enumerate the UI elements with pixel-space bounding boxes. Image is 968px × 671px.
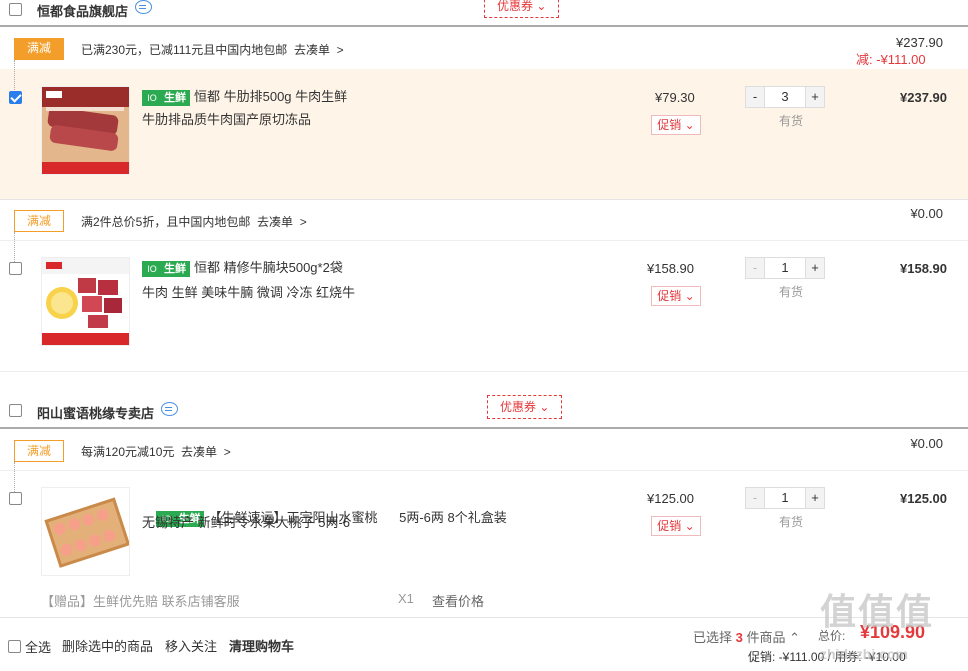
select-all-checkbox[interactable] bbox=[8, 640, 21, 653]
item-subtotal: ¥125.00 bbox=[900, 491, 947, 506]
check-price-link[interactable]: 查看价格 bbox=[432, 591, 484, 610]
group-total: ¥0.00 bbox=[910, 206, 943, 221]
decrease-button[interactable]: - bbox=[746, 258, 764, 278]
gift-count: X1 bbox=[398, 591, 414, 606]
shop-name[interactable]: 阳山蜜语桃缘专卖店 bbox=[37, 403, 154, 422]
promo-text: 已满230元，已减111元且中国内地包邮 去凑单 > bbox=[81, 43, 344, 57]
promo-tag: 满减 bbox=[14, 210, 64, 232]
unit-price: ¥125.00 bbox=[647, 491, 694, 506]
chevron-down-icon: ⌄ bbox=[536, 0, 547, 13]
promo-dropdown[interactable]: 促销 ⌄ bbox=[651, 286, 701, 306]
coupon-button[interactable]: 优惠券 ⌄ bbox=[487, 395, 563, 419]
shop-checkbox[interactable] bbox=[9, 3, 22, 19]
product-image[interactable] bbox=[41, 487, 130, 576]
increase-button[interactable]: + bbox=[806, 488, 824, 508]
chevron-down-icon: ⌄ bbox=[684, 519, 695, 533]
promo-tag: 满减 bbox=[14, 38, 64, 60]
chevron-down-icon: ⌄ bbox=[684, 289, 695, 303]
group-total: ¥237.90 bbox=[896, 35, 943, 50]
shop-name[interactable]: 恒都食品旗舰店 bbox=[37, 1, 128, 20]
go-add-link[interactable]: 去凑单 bbox=[294, 43, 330, 57]
item-checkbox[interactable] bbox=[9, 492, 22, 508]
gift-text: 【赠品】生鲜优先赔 联系店铺客服 bbox=[41, 594, 240, 609]
item-checkbox[interactable] bbox=[9, 262, 22, 278]
decrease-button[interactable]: - bbox=[746, 87, 764, 107]
promo-tag: 满减 bbox=[14, 440, 64, 462]
product-subtitle[interactable]: 无锡特产 新鲜时令水果大桃子 5两-6 bbox=[142, 513, 350, 533]
quantity-stepper[interactable]: - 1 + bbox=[745, 257, 825, 279]
delete-selected-link[interactable]: 删除选中的商品 bbox=[62, 636, 153, 655]
chat-icon[interactable] bbox=[135, 0, 152, 17]
item-checkbox[interactable] bbox=[9, 91, 22, 107]
fresh-badge: IO 生鲜 bbox=[142, 89, 190, 106]
promo-dropdown[interactable]: 促销 ⌄ bbox=[651, 516, 701, 536]
watermark-url: zhidezhi.com bbox=[820, 646, 908, 662]
item-subtotal: ¥237.90 bbox=[900, 90, 947, 105]
clear-cart-link[interactable]: 清理购物车 bbox=[229, 636, 294, 655]
chevron-up-icon[interactable]: ⌃ bbox=[789, 630, 800, 645]
stock-status: 有货 bbox=[779, 114, 804, 128]
fresh-badge: IO 生鲜 bbox=[142, 260, 190, 277]
promo-text: 满2件总价5折，且中国内地包邮 去凑单 > bbox=[81, 215, 307, 229]
product-image[interactable] bbox=[41, 257, 130, 346]
coupon-button[interactable]: 优惠券 ⌄ bbox=[484, 0, 560, 18]
divider bbox=[0, 371, 968, 372]
group-total: ¥0.00 bbox=[910, 436, 943, 451]
select-all-label: 全选 bbox=[25, 640, 52, 655]
product-title[interactable]: IO 生鲜 恒都 牛肋排500g 牛肉生鲜 bbox=[142, 87, 347, 107]
chevron-down-icon: ⌄ bbox=[684, 118, 695, 132]
connector-line bbox=[14, 462, 15, 492]
unit-price: ¥79.30 bbox=[655, 90, 695, 105]
go-add-link[interactable]: 去凑单 bbox=[181, 445, 217, 459]
selected-count[interactable]: 已选择 3 件商品 ⌃ bbox=[693, 627, 800, 646]
chevron-down-icon: ⌄ bbox=[539, 400, 550, 414]
divider bbox=[0, 470, 968, 471]
connector-line bbox=[14, 60, 15, 90]
move-to-favorites-link[interactable]: 移入关注 bbox=[165, 636, 217, 655]
quantity-stepper[interactable]: - 1 + bbox=[745, 487, 825, 509]
divider bbox=[0, 199, 968, 200]
promo-dropdown[interactable]: 促销 ⌄ bbox=[651, 115, 701, 135]
divider bbox=[0, 240, 968, 241]
connector-line bbox=[14, 232, 15, 262]
promo-text: 每满120元减10元 去凑单 > bbox=[81, 445, 231, 459]
product-title[interactable]: IO 生鲜 恒都 精修牛腩块500g*2袋 bbox=[142, 258, 343, 278]
stock-status: 有货 bbox=[779, 285, 804, 299]
unit-price: ¥158.90 bbox=[647, 261, 694, 276]
quantity-input[interactable]: 1 bbox=[764, 488, 806, 508]
chat-icon[interactable] bbox=[161, 402, 178, 419]
quantity-input[interactable]: 3 bbox=[764, 87, 806, 107]
product-subtitle[interactable]: 牛肋排品质牛肉国产原切冻品 bbox=[142, 110, 311, 130]
quantity-stepper[interactable]: - 3 + bbox=[745, 86, 825, 108]
divider bbox=[0, 427, 968, 429]
decrease-button[interactable]: - bbox=[746, 488, 764, 508]
go-add-link[interactable]: 去凑单 bbox=[257, 215, 293, 229]
group-reduce: 减: -¥111.00 bbox=[856, 52, 926, 67]
shop-checkbox[interactable] bbox=[9, 404, 22, 420]
quantity-input[interactable]: 1 bbox=[764, 258, 806, 278]
increase-button[interactable]: + bbox=[806, 87, 824, 107]
watermark-logo: 值值值 bbox=[820, 591, 935, 632]
item-subtotal: ¥158.90 bbox=[900, 261, 947, 276]
select-all[interactable]: 全选 bbox=[8, 637, 51, 656]
product-subtitle[interactable]: 牛肉 生鲜 美味牛腩 微调 冷冻 红烧牛 bbox=[142, 283, 355, 303]
product-image[interactable] bbox=[41, 86, 130, 175]
increase-button[interactable]: + bbox=[806, 258, 824, 278]
stock-status: 有货 bbox=[779, 515, 804, 529]
